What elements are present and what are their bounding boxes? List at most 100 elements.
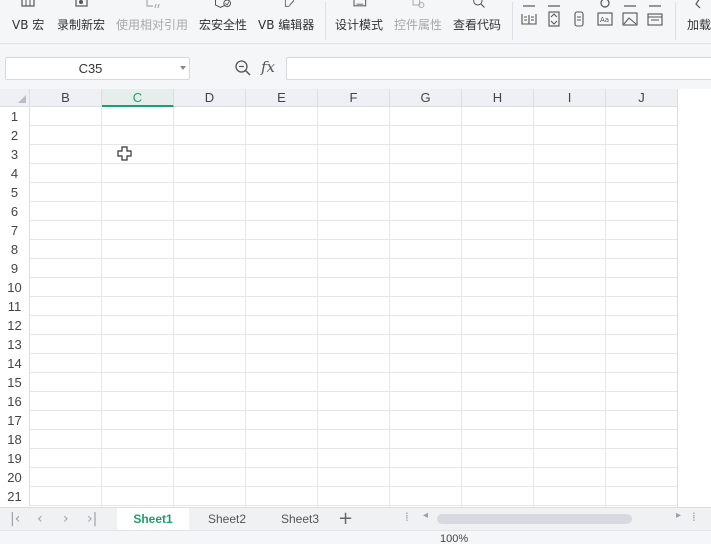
row-header-5[interactable]: 5 [0, 183, 30, 202]
design-mode-label: 设计模式 [335, 18, 384, 32]
row-header-9[interactable]: 9 [0, 259, 30, 278]
vb-macro-icon [18, 0, 38, 14]
pane-splitter-icon[interactable]: ⁞ [692, 510, 696, 524]
vb-editor-button[interactable]: VB 编辑器 [258, 0, 315, 43]
column-header-g[interactable]: G [390, 89, 462, 107]
row-header-11[interactable]: 11 [0, 297, 30, 316]
row-header-13[interactable]: 13 [0, 335, 30, 354]
select-all-corner[interactable] [0, 89, 30, 107]
column-header-h[interactable]: H [462, 89, 534, 107]
row-header-18[interactable]: 18 [0, 430, 30, 449]
name-box[interactable]: C35 [5, 57, 190, 80]
column-header-b[interactable]: B [30, 89, 102, 107]
row-header-4[interactable]: 4 [0, 164, 30, 183]
grid-row-line [30, 353, 711, 354]
addin-label: 加载 [687, 18, 711, 32]
grid-row-line [30, 125, 711, 126]
horizontal-scrollbar[interactable] [437, 514, 632, 524]
column-header-c[interactable]: C [102, 89, 174, 107]
row-header-17[interactable]: 17 [0, 411, 30, 430]
record-macro-icon [71, 0, 91, 14]
grid-row-line [30, 334, 711, 335]
grid-row-line [30, 144, 711, 145]
vb-editor-label: VB 编辑器 [258, 18, 315, 32]
macro-security-button[interactable]: 宏安全性 [199, 0, 247, 43]
last-sheet-icon[interactable]: ›| [87, 511, 97, 527]
grid-row-line [30, 296, 711, 297]
row-header-6[interactable]: 6 [0, 202, 30, 221]
row-header-21[interactable]: 21 [0, 487, 30, 506]
row-header-1[interactable]: 1 [0, 107, 30, 126]
sheet-tab-sheet2[interactable]: Sheet2 [192, 508, 262, 530]
scroll-right-icon[interactable]: ▸ [676, 510, 681, 521]
prev-sheet-icon[interactable]: ‹ [37, 511, 43, 527]
ribbon-toolbar: VB 宏 录制新宏 使用相对引用 宏安全性 VB 编辑器 设计模式 控件属性 查… [0, 0, 711, 44]
row-header-19[interactable]: 19 [0, 449, 30, 468]
tab-splitter-icon[interactable]: ⁞ [405, 510, 409, 524]
zoom-icon[interactable] [234, 59, 252, 80]
view-code-icon [467, 0, 487, 14]
sheet-tab-sheet3[interactable]: Sheet3 [265, 508, 335, 530]
checkbox-control-icon[interactable] [621, 0, 639, 10]
insert-function-button[interactable]: fx [261, 58, 275, 76]
frame-control-icon[interactable] [646, 0, 664, 10]
column-header-j[interactable]: J [606, 89, 678, 107]
grid-row-line [30, 410, 711, 411]
add-sheet-button[interactable]: + [338, 508, 353, 530]
next-sheet-icon[interactable]: › [63, 511, 69, 527]
row-header-16[interactable]: 16 [0, 392, 30, 411]
column-header-f[interactable]: F [318, 89, 390, 107]
grid-row-line [30, 163, 711, 164]
grid-row-line [30, 429, 711, 430]
relative-reference-label: 使用相对引用 [116, 18, 189, 32]
vb-macro-button[interactable]: VB 宏 [12, 0, 44, 43]
relative-reference-icon [142, 0, 162, 14]
row-header-14[interactable]: 14 [0, 354, 30, 373]
scrollbar-control-icon[interactable] [570, 10, 588, 28]
spin-control-icon[interactable] [545, 10, 563, 28]
book-control-icon[interactable] [520, 10, 538, 28]
column-header-d[interactable]: D [174, 89, 246, 107]
view-code-button[interactable]: 查看代码 [453, 0, 501, 43]
addin-icon [689, 0, 709, 14]
row-header-8[interactable]: 8 [0, 240, 30, 259]
sheet-tab-sheet1[interactable]: Sheet1 [117, 508, 189, 530]
button-control-icon[interactable] [545, 0, 563, 10]
row-header-20[interactable]: 20 [0, 468, 30, 487]
image-control-icon[interactable] [621, 10, 639, 28]
row-header-2[interactable]: 2 [0, 126, 30, 145]
vb-editor-icon [276, 0, 296, 14]
chevron-down-icon[interactable] [180, 66, 186, 70]
option-control-icon[interactable] [596, 0, 614, 10]
column-header-i[interactable]: I [534, 89, 606, 107]
zoom-level[interactable]: 100% [440, 533, 468, 544]
grid-row-line [30, 448, 711, 449]
grid-column-line [173, 107, 174, 507]
design-mode-button[interactable]: 设计模式 [335, 0, 384, 43]
first-sheet-icon[interactable]: |‹ [10, 511, 20, 527]
formula-input[interactable] [286, 57, 711, 80]
grid-row-line [30, 486, 711, 487]
listbox-control-icon[interactable] [646, 10, 664, 28]
row-header-10[interactable]: 10 [0, 278, 30, 297]
addin-button[interactable]: 加载 [687, 0, 711, 43]
textbox-control-icon[interactable]: Aa [596, 10, 614, 28]
row-header-7[interactable]: 7 [0, 221, 30, 240]
scroll-left-icon[interactable]: ◂ [423, 510, 428, 521]
row-header-15[interactable]: 15 [0, 373, 30, 392]
spreadsheet-grid[interactable]: B C D E F G H I J 1 2 3 4 5 6 7 8 9 10 11 12 13 14 15 16 17 18 19 20… [0, 89, 711, 507]
grid-row-line [30, 258, 711, 259]
label-control-icon[interactable] [520, 0, 538, 10]
grid-column-line [317, 107, 318, 507]
record-macro-button[interactable]: 录制新宏 [57, 0, 105, 43]
status-bar: 100% [0, 530, 711, 544]
grid-row-line [30, 391, 711, 392]
row-header-12[interactable]: 12 [0, 316, 30, 335]
grid-row-line [30, 277, 711, 278]
control-properties-button[interactable]: 控件属性 [394, 0, 442, 43]
cell-cursor-icon [117, 146, 132, 164]
grid-row-line [30, 220, 711, 221]
column-header-e[interactable]: E [246, 89, 318, 107]
relative-reference-button[interactable]: 使用相对引用 [116, 0, 189, 43]
row-header-3[interactable]: 3 [0, 145, 30, 164]
